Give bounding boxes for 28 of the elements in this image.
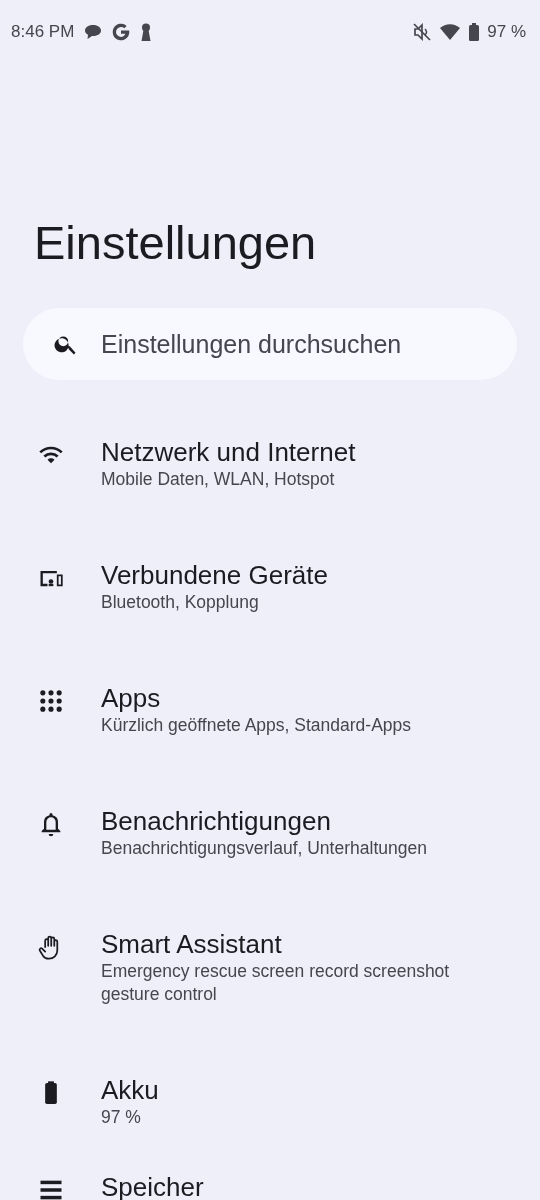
settings-item[interactable]: Smart Assistant Emergency rescue screen record screenshot gesture control: [0, 894, 540, 1040]
item-title: Benachrichtigungen: [101, 805, 331, 837]
settings-item[interactable]: Netzwerk und Internet Mobile Daten, WLAN, Hotspot: [0, 402, 540, 525]
wifi-icon: [439, 23, 462, 41]
settings-item[interactable]: Akku 97 %: [0, 1040, 540, 1163]
item-title: Akku: [101, 1074, 159, 1106]
muted-speaker-icon: [413, 23, 432, 41]
battery-percentage: 97 %: [487, 22, 526, 42]
search-field[interactable]: Einstellungen durchsuchen: [23, 308, 517, 380]
item-subtitle: Mobile Daten, WLAN, Hotspot: [101, 468, 335, 491]
settings-item[interactable]: Apps Kürzlich geöffnete Apps, Standard-Apps: [0, 648, 540, 771]
item-subtitle: Benachrichtigungsverlauf, Unterhaltungen: [101, 837, 427, 860]
chat-bubble-icon: [84, 24, 103, 40]
google-g-icon: [112, 23, 131, 41]
battery-icon: [469, 23, 480, 41]
item-title: Netzwerk und Internet: [101, 436, 356, 468]
item-title: Verbundene Geräte: [101, 559, 328, 591]
settings-item[interactable]: Benachrichtigungen Benachrichtigungsverlauf, Unterhaltungen: [0, 771, 540, 894]
page-title: Einstellungen: [34, 215, 317, 271]
settings-item[interactable]: Verbundene Geräte Bluetooth, Kopplung: [0, 525, 540, 648]
item-subtitle: Bluetooth, Kopplung: [101, 591, 259, 614]
item-subtitle: 97 %: [101, 1106, 141, 1129]
item-subtitle: Kürzlich geöffnete Apps, Standard-Apps: [101, 714, 412, 737]
item-title: Smart Assistant: [101, 928, 282, 960]
clock-time: 8:46 PM: [11, 22, 75, 42]
keyhole-icon: [140, 23, 153, 41]
item-subtitle: Emergency rescue screen record screenshot gesture control: [101, 960, 451, 1006]
item-title: Apps: [101, 682, 161, 714]
